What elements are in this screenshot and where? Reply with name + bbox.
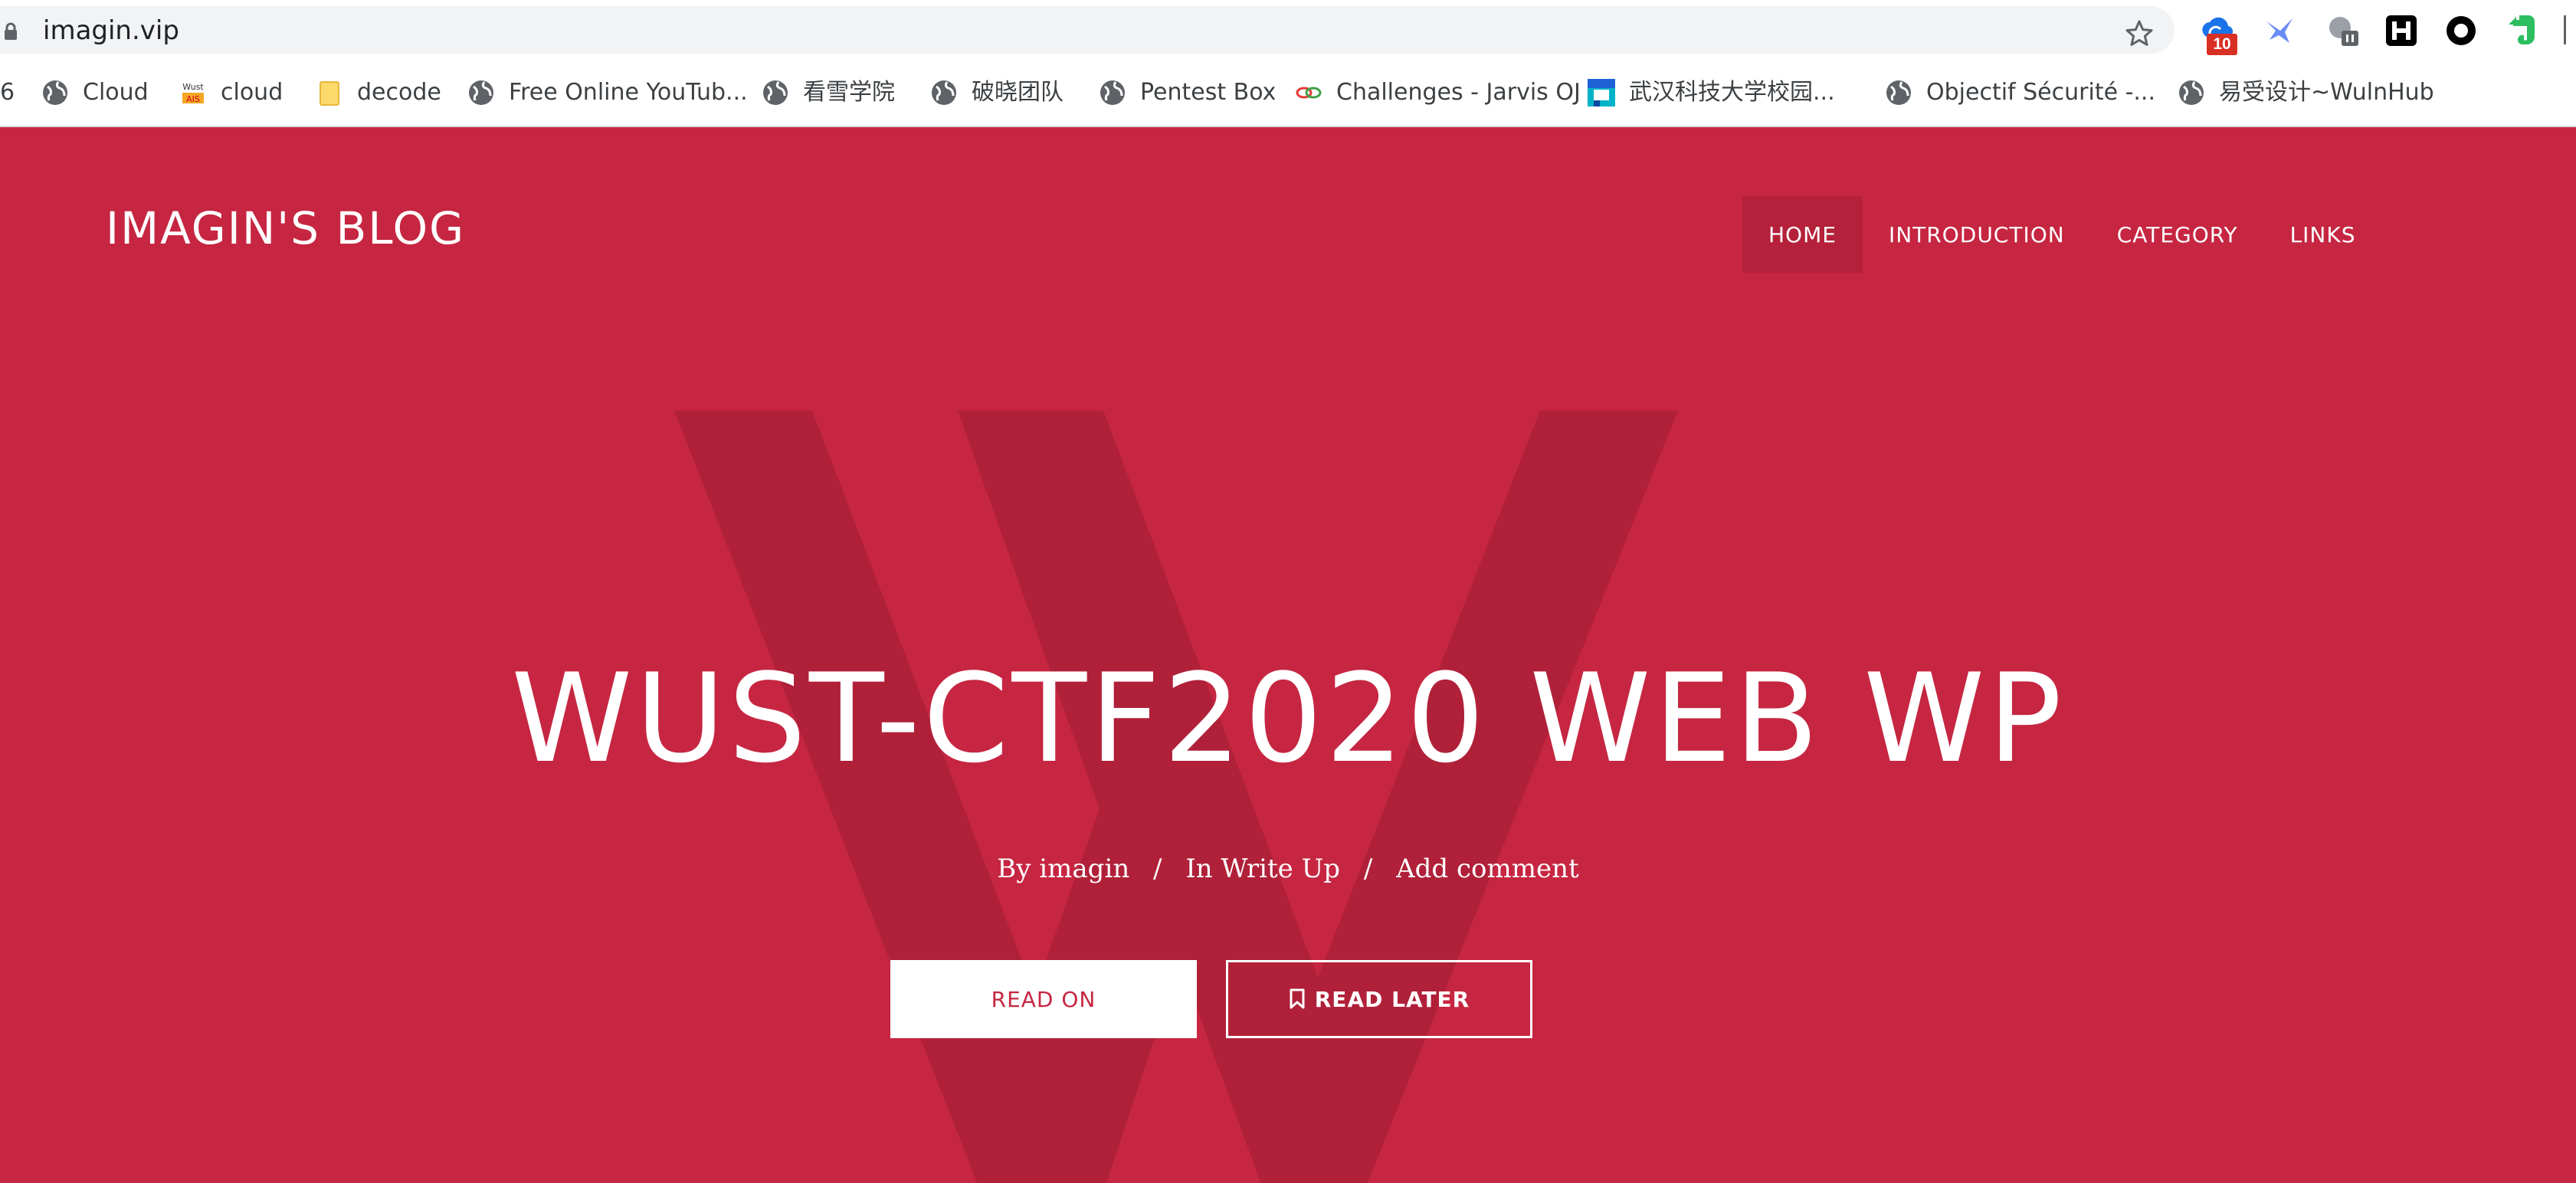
bookmark-item[interactable]: 6: [0, 75, 15, 110]
globe-icon: [932, 80, 956, 105]
bookmark-item[interactable]: 破晓团队: [930, 75, 1064, 110]
browser-toolbar: imagin.vip 10: [0, 0, 2576, 60]
swallow-icon[interactable]: [2263, 14, 2297, 48]
extension-badge: 10: [2207, 34, 2237, 55]
bookmark-label: 看雪学院: [803, 79, 895, 106]
lock-icon[interactable]: [3, 22, 18, 41]
bookmark-icon: [1290, 988, 1305, 1009]
nav-item-category[interactable]: CATEGORY: [2091, 196, 2264, 273]
bookmark-label: Free Online YouTub...: [509, 79, 748, 106]
site-title[interactable]: IMAGIN'S BLOG: [106, 202, 465, 254]
add-comment-link[interactable]: Add comment: [1396, 854, 1579, 884]
bookmark-item[interactable]: Cloud: [41, 75, 149, 110]
globe-icon: [763, 80, 788, 105]
read-later-button[interactable]: READ LATER: [1226, 960, 1532, 1038]
folder-icon: [320, 81, 339, 106]
post-title: WUST-CTF2020 WEB WP: [511, 647, 2065, 790]
post-author-link[interactable]: By imagin: [997, 854, 1129, 884]
meta-separator: /: [1363, 854, 1373, 884]
bookmark-label: Objectif Sécurité -...: [1926, 79, 2156, 106]
globe-icon: [43, 80, 67, 105]
bookmark-label: Challenges - Jarvis OJ: [1336, 79, 1581, 106]
bookmark-label: cloud: [221, 79, 283, 106]
svg-text:Wust: Wust: [182, 82, 204, 92]
bookmark-item[interactable]: Objectif Sécurité -...: [1885, 75, 2155, 110]
globe-paused-icon[interactable]: [2326, 14, 2360, 48]
bookmark-item[interactable]: 武汉科技大学校园...: [1588, 75, 1835, 110]
globe-icon: [1886, 80, 1911, 105]
globe-icon: [1100, 80, 1125, 105]
chain-link-icon: [1296, 87, 1322, 99]
ring-icon[interactable]: [2444, 14, 2478, 48]
bookmark-label: 6: [0, 79, 15, 106]
main-nav: HOME INTRODUCTION CATEGORY LINKS: [1742, 196, 2382, 273]
nav-item-links[interactable]: LINKS: [2264, 196, 2382, 273]
bookmark-label: 武汉科技大学校园...: [1629, 79, 1835, 106]
h-logo-icon[interactable]: [2384, 14, 2418, 48]
read-on-label: READ ON: [991, 986, 1096, 1012]
post-meta: By imagin / In Write Up / Add comment: [0, 854, 2576, 884]
bookmark-item[interactable]: 看雪学院: [762, 75, 895, 110]
bookmarks-bar: 6 Cloud Wust AIS cloud decode Free Online…: [0, 60, 2576, 127]
toolbar-divider: [2564, 15, 2566, 44]
watermark-letter-w: [674, 411, 1678, 1183]
svg-text:AIS: AIS: [186, 94, 200, 104]
read-on-button[interactable]: READ ON: [890, 960, 1197, 1038]
nav-item-introduction[interactable]: INTRODUCTION: [1863, 196, 2091, 273]
bookmark-label: 破晓团队: [972, 79, 1064, 106]
globe-icon: [469, 80, 493, 105]
bookmark-item[interactable]: Wust AIS cloud: [179, 75, 283, 110]
campus-logo-icon: [1588, 79, 1615, 107]
bookmark-item[interactable]: 易受设计~WulnHub: [2178, 75, 2434, 110]
url-text[interactable]: imagin.vip: [43, 15, 179, 46]
bookmark-label: 易受设计~WulnHub: [2219, 79, 2434, 106]
wust-ais-icon: Wust AIS: [181, 80, 205, 105]
evernote-elephant-icon[interactable]: [2506, 14, 2539, 48]
bookmark-label: Pentest Box: [1140, 79, 1277, 106]
meta-separator: /: [1153, 854, 1162, 884]
read-later-label: READ LATER: [1314, 986, 1470, 1012]
bookmark-item[interactable]: Challenges - Jarvis OJ: [1295, 75, 1581, 110]
bookmark-label: decode: [357, 79, 441, 106]
address-bar[interactable]: imagin.vip: [0, 6, 2175, 54]
bookmark-item[interactable]: Pentest Box: [1099, 75, 1276, 110]
star-icon[interactable]: [2124, 18, 2155, 49]
bookmark-item[interactable]: Free Online YouTub...: [467, 75, 748, 110]
bookmark-item[interactable]: decode: [316, 75, 441, 110]
globe-icon: [2179, 80, 2204, 105]
hero-section: IMAGIN'S BLOG HOME INTRODUCTION CATEGORY…: [0, 127, 2576, 1183]
bookmark-label: Cloud: [83, 79, 149, 106]
post-category-link[interactable]: In Write Up: [1185, 854, 1340, 884]
nav-item-home[interactable]: HOME: [1742, 196, 1863, 273]
